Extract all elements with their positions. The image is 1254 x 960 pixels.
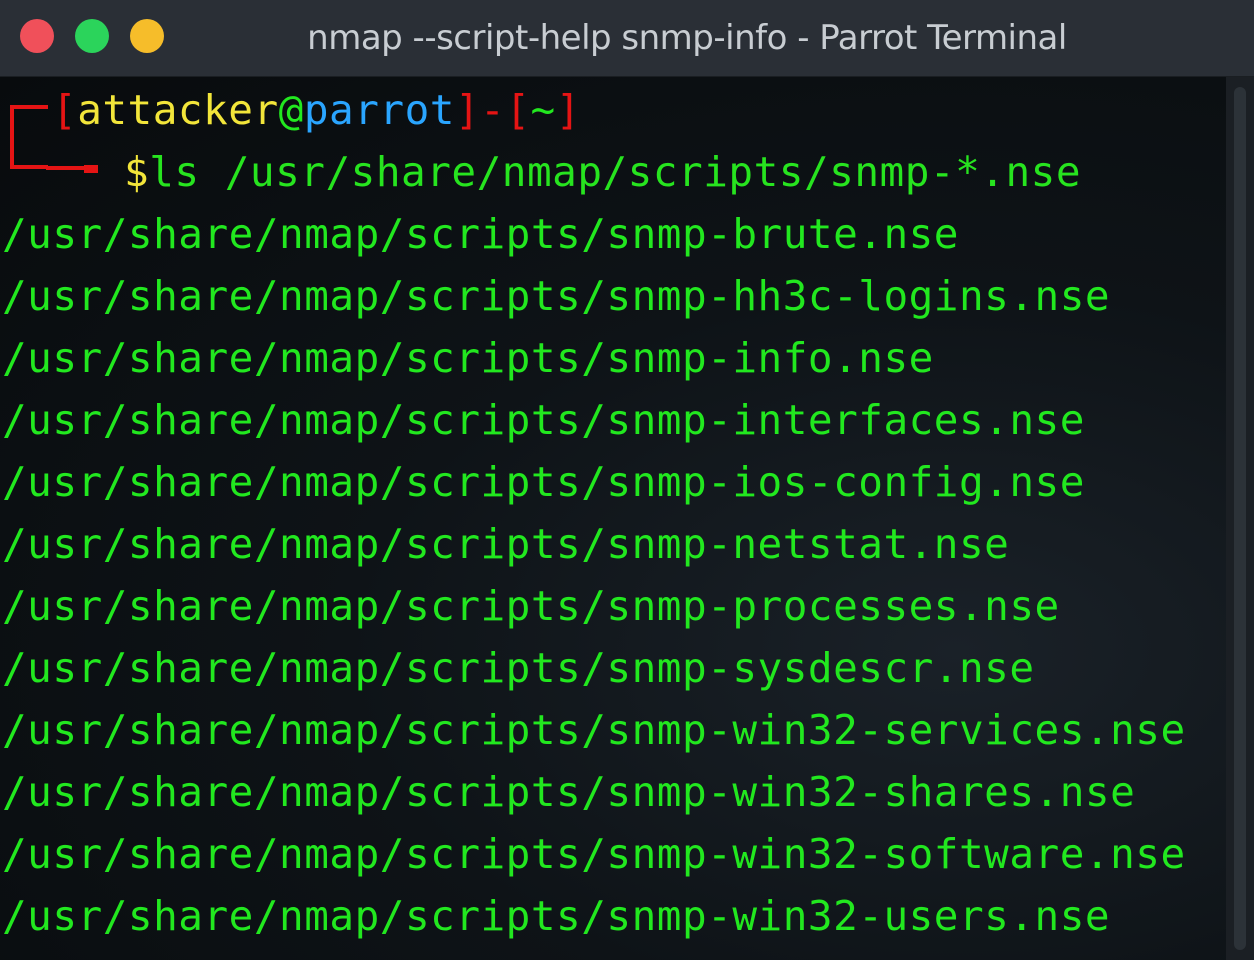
prompt-header: [attacker@parrot]-[~] [52,79,581,141]
output-line: /usr/share/nmap/scripts/snmp-win32-share… [2,768,1136,816]
output-line: /usr/share/nmap/scripts/snmp-sysdescr.ns… [2,644,1035,692]
prompt-corner-decoration [10,105,48,169]
prompt-arrow-decoration [84,165,98,173]
title-bar[interactable]: nmap --script-help snmp-info - Parrot Te… [0,0,1254,77]
prompt-host: parrot [303,86,455,134]
window-title: nmap --script-help snmp-info - Parrot Te… [307,18,1067,58]
output-line: /usr/share/nmap/scripts/snmp-processes.n… [2,582,1060,630]
output-line: /usr/share/nmap/scripts/snmp-win32-users… [2,892,1111,940]
output-line: /usr/share/nmap/scripts/snmp-info.nse [2,334,934,382]
output-line: /usr/share/nmap/scripts/snmp-brute.nse [2,210,959,258]
scrollbar[interactable] [1226,77,1254,960]
prompt-symbol: $ [124,148,150,196]
prompt-at: @ [278,86,304,134]
output-line: /usr/share/nmap/scripts/snmp-ios-config.… [2,458,1085,506]
prompt-user: attacker [77,86,279,134]
output-line: /usr/share/nmap/scripts/snmp-netstat.nse [2,520,1010,568]
prompt-dir: ~ [530,86,556,134]
prompt-connector-decoration [46,166,86,170]
prompt-open-bracket: [ [52,86,78,134]
output-line: /usr/share/nmap/scripts/snmp-interfaces.… [2,396,1085,444]
terminal-output-area[interactable]: [attacker@parrot]-[~] $ls /usr/share/nma… [0,77,1226,960]
prompt-close-bracket: ] [454,86,481,134]
prompt-dir-close: ] [555,86,581,134]
output-line: /usr/share/nmap/scripts/snmp-hh3c-logins… [2,272,1111,320]
output-line: /usr/share/nmap/scripts/snmp-win32-softw… [2,830,1186,878]
command-text: ls /usr/share/nmap/scripts/snmp-*.nse [149,148,1081,196]
output-line: /usr/share/nmap/scripts/snmp-win32-servi… [2,706,1186,754]
command-line: $ls /usr/share/nmap/scripts/snmp-*.nse [124,141,1081,203]
prompt-dir-open: [ [505,86,531,134]
scrollbar-thumb[interactable] [1234,87,1246,950]
prompt-dash: - [480,86,506,134]
terminal-window: nmap --script-help snmp-info - Parrot Te… [0,0,1254,960]
